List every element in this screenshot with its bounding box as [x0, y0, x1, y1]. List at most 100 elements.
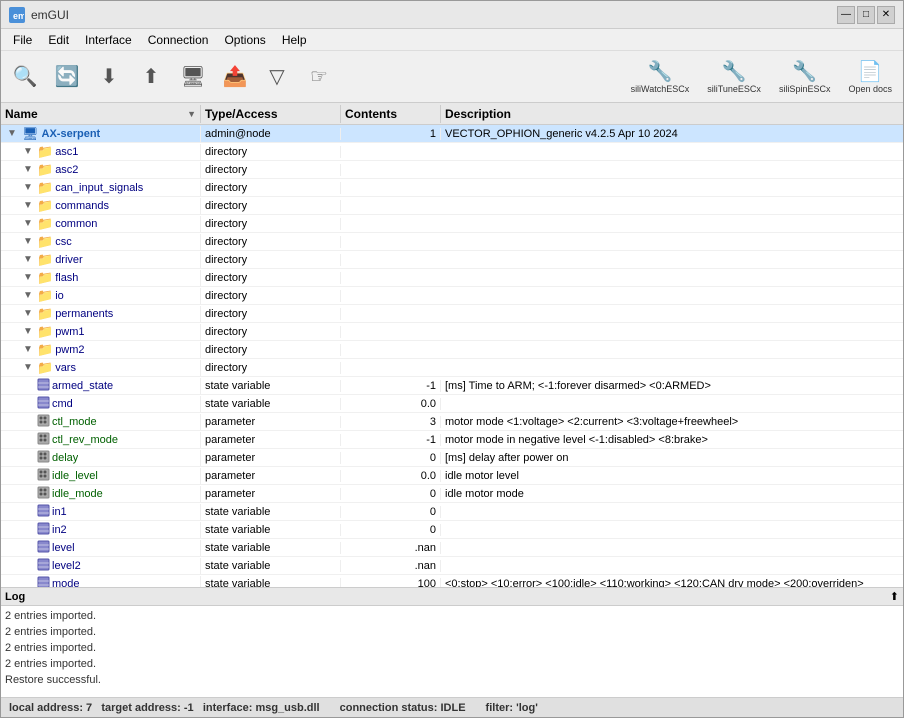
expand-button[interactable]: ▼ — [21, 343, 35, 357]
table-row[interactable]: ▼📁iodirectory — [1, 287, 903, 305]
table-row[interactable]: ▼📁asc1directory — [1, 143, 903, 161]
screen-button[interactable]: 🖥 — [173, 57, 213, 97]
table-row[interactable]: in2state variable0 — [1, 521, 903, 539]
table-row[interactable]: ▼📁can_input_signalsdirectory — [1, 179, 903, 197]
menu-help[interactable]: Help — [274, 31, 315, 49]
table-row[interactable]: levelstate variable.nan — [1, 539, 903, 557]
export-button[interactable]: 📤 — [215, 57, 255, 97]
table-row[interactable]: ctl_rev_modeparameter-1motor mode in neg… — [1, 431, 903, 449]
statevar-icon — [37, 522, 50, 538]
expand-button[interactable]: ▼ — [21, 181, 35, 195]
table-row[interactable]: ▼📁permanentsdirectory — [1, 305, 903, 323]
log-body: 2 entries imported.2 entries imported.2 … — [1, 606, 903, 697]
open-docs-button[interactable]: 📄 Open docs — [841, 54, 899, 99]
connection-status: connection status: IDLE — [340, 702, 466, 714]
expand-button[interactable] — [21, 577, 35, 588]
export-icon: 📤 — [223, 64, 248, 89]
sili-tune-button[interactable]: 🔧 siliTuneESCx — [700, 54, 768, 99]
table-row[interactable]: ▼📁commondirectory — [1, 215, 903, 233]
expand-button[interactable]: ▼ — [21, 217, 35, 231]
toolbar-right: 🔧 siliWatchESCx 🔧 siliTuneESCx 🔧 siliSpi… — [624, 54, 899, 99]
refresh-icon: 🔄 — [55, 64, 80, 89]
row-contents-cell: 3 — [341, 416, 441, 428]
table-row[interactable]: ▼📁flashdirectory — [1, 269, 903, 287]
menu-options[interactable]: Options — [216, 31, 273, 49]
search-button[interactable]: 🔍 — [5, 57, 45, 97]
menu-connection[interactable]: Connection — [140, 31, 217, 49]
minimize-button[interactable]: — — [837, 6, 855, 24]
expand-button[interactable] — [21, 487, 35, 501]
download-button[interactable]: ⬇ — [89, 57, 129, 97]
row-name-label: commands — [55, 200, 109, 212]
table-row[interactable]: ▼📁varsdirectory — [1, 359, 903, 377]
filter-button[interactable]: ▽ — [257, 57, 297, 97]
row-type-cell: parameter — [201, 434, 341, 446]
expand-button[interactable] — [21, 451, 35, 465]
header-type: Type/Access — [201, 105, 341, 123]
table-row[interactable]: idle_modeparameter0idle motor mode — [1, 485, 903, 503]
expand-button[interactable]: ▼ — [21, 361, 35, 375]
expand-button[interactable]: ▼ — [21, 163, 35, 177]
table-row[interactable]: idle_levelparameter0.0idle motor level — [1, 467, 903, 485]
table-row[interactable]: ctl_modeparameter3motor mode <1:voltage>… — [1, 413, 903, 431]
upload-button[interactable]: ⬆ — [131, 57, 171, 97]
menu-file[interactable]: File — [5, 31, 40, 49]
table-row[interactable]: cmdstate variable0.0 — [1, 395, 903, 413]
row-type-cell: directory — [201, 254, 341, 266]
table-row[interactable]: in1state variable0 — [1, 503, 903, 521]
maximize-button[interactable]: □ — [857, 6, 875, 24]
cursor-icon: ☞ — [310, 64, 328, 89]
expand-button[interactable]: ▼ — [5, 127, 19, 141]
expand-button[interactable] — [21, 523, 35, 537]
table-row[interactable]: delayparameter0[ms] delay after power on — [1, 449, 903, 467]
expand-button[interactable] — [21, 397, 35, 411]
status-bar: local address: 7 target address: -1 inte… — [1, 697, 903, 717]
expand-button[interactable]: ▼ — [21, 325, 35, 339]
menu-interface[interactable]: Interface — [77, 31, 140, 49]
screen-icon: 🖥 — [180, 64, 205, 89]
table-row[interactable]: ▼📁pwm2directory — [1, 341, 903, 359]
expand-button[interactable]: ▼ — [21, 199, 35, 213]
table-row[interactable]: ▼📁commandsdirectory — [1, 197, 903, 215]
docs-icon: 📄 — [858, 59, 883, 84]
table-row[interactable]: armed_statestate variable-1[ms] Time to … — [1, 377, 903, 395]
expand-button[interactable] — [21, 379, 35, 393]
cursor-button[interactable]: ☞ — [299, 57, 339, 97]
expand-button[interactable]: ▼ — [21, 307, 35, 321]
table-header: Name ▼ Type/Access Contents Description — [1, 103, 903, 125]
row-contents-cell: -1 — [341, 434, 441, 446]
table-row[interactable]: ▼📁asc2directory — [1, 161, 903, 179]
table-row[interactable]: ▼📁pwm1directory — [1, 323, 903, 341]
row-type-cell: parameter — [201, 416, 341, 428]
toolbar: 🔍 🔄 ⬇ ⬆ 🖥 📤 ▽ ☞ 🔧 siliWatchESCx — [1, 51, 903, 103]
expand-button[interactable] — [21, 415, 35, 429]
statevar-icon — [37, 396, 50, 412]
menu-edit[interactable]: Edit — [40, 31, 77, 49]
table-row[interactable]: ▼📁driverdirectory — [1, 251, 903, 269]
sili-spin-button[interactable]: 🔧 siliSpinESCx — [772, 54, 838, 99]
row-desc-cell: idle motor mode — [441, 488, 903, 500]
expand-button[interactable] — [21, 559, 35, 573]
expand-button[interactable]: ▼ — [21, 253, 35, 267]
row-desc-cell: [ms] delay after power on — [441, 452, 903, 464]
table-row[interactable]: ▼🖥AX-serpentadmin@node1VECTOR_OPHION_gen… — [1, 125, 903, 143]
table-row[interactable]: level2state variable.nan — [1, 557, 903, 575]
sili-watch-button[interactable]: 🔧 siliWatchESCx — [624, 54, 697, 99]
table-row[interactable]: ▼📁cscdirectory — [1, 233, 903, 251]
expand-button[interactable]: ▼ — [21, 289, 35, 303]
expand-button[interactable] — [21, 433, 35, 447]
row-name-label: can_input_signals — [55, 182, 143, 194]
expand-button[interactable]: ▼ — [21, 235, 35, 249]
expand-button[interactable] — [21, 541, 35, 555]
row-type-cell: parameter — [201, 470, 341, 482]
expand-button[interactable] — [21, 505, 35, 519]
expand-button[interactable]: ▼ — [21, 271, 35, 285]
row-name-label: level — [52, 542, 75, 554]
sili-watch-label: siliWatchESCx — [631, 84, 690, 94]
close-button[interactable]: ✕ — [877, 6, 895, 24]
row-contents-cell: .nan — [341, 560, 441, 572]
expand-button[interactable]: ▼ — [21, 145, 35, 159]
table-row[interactable]: modestate variable100<0:stop> <10:error>… — [1, 575, 903, 587]
refresh-button[interactable]: 🔄 — [47, 57, 87, 97]
expand-button[interactable] — [21, 469, 35, 483]
